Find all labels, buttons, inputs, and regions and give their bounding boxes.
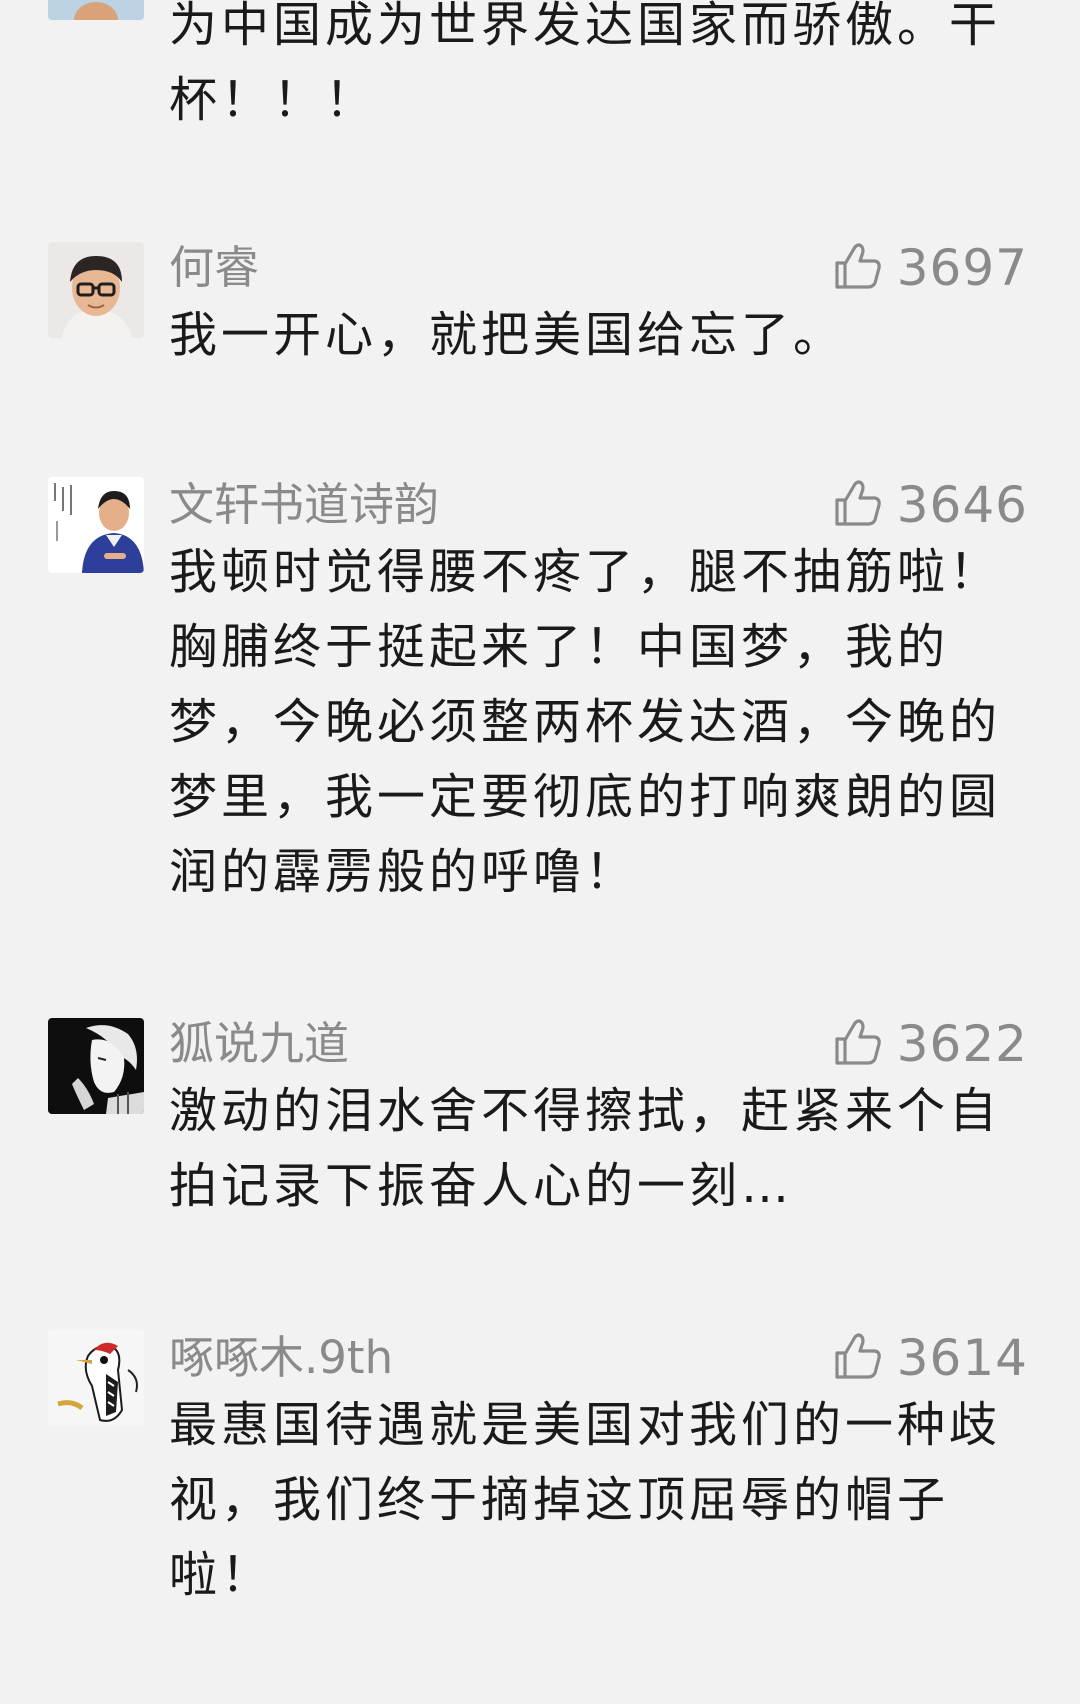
avatar[interactable] xyxy=(48,242,144,338)
username[interactable]: 狐说九道 xyxy=(169,1014,349,1074)
thumbs-up-icon xyxy=(833,478,897,532)
comment-text: 我一开心，就把美国给忘了。 xyxy=(169,307,846,363)
like-count: 3622 xyxy=(896,1015,1028,1073)
like-button[interactable]: 3646 xyxy=(833,475,1028,535)
username[interactable]: 啄啄木.9th xyxy=(169,1328,393,1388)
like-count: 3614 xyxy=(896,1329,1028,1387)
username[interactable]: 何睿 xyxy=(169,238,259,298)
username[interactable]: 文轩书道诗韵 xyxy=(169,475,439,535)
like-button[interactable]: 3614 xyxy=(833,1328,1028,1388)
thumbs-up-icon xyxy=(833,1331,897,1385)
thumbs-up-icon xyxy=(833,1017,897,1071)
avatar[interactable] xyxy=(48,0,144,20)
avatar[interactable] xyxy=(48,1018,144,1114)
like-count: 3646 xyxy=(896,476,1028,534)
comment-text: 我顿时觉得腰不疼了，腿不抽筋啦！胸脯终于挺起来了！中国梦，我的梦，今晚必须整两杯… xyxy=(169,544,1002,900)
like-count: 3697 xyxy=(896,239,1028,297)
comment-text: 最惠国待遇就是美国对我们的一种歧视，我们终于摘掉这顶屈辱的帽子啦！ xyxy=(169,1397,1002,1603)
like-button[interactable]: 3697 xyxy=(833,238,1028,298)
thumbs-up-icon xyxy=(833,241,897,295)
avatar[interactable] xyxy=(48,477,144,573)
comment-text: 为中国成为世界发达国家而骄傲。干杯！！！ xyxy=(169,0,1002,128)
like-button[interactable]: 3622 xyxy=(833,1014,1028,1074)
avatar[interactable] xyxy=(48,1330,144,1426)
comment-text: 激动的泪水舍不得擦拭，赶紧来个自拍记录下振奋人心的一刻… xyxy=(169,1083,1002,1214)
